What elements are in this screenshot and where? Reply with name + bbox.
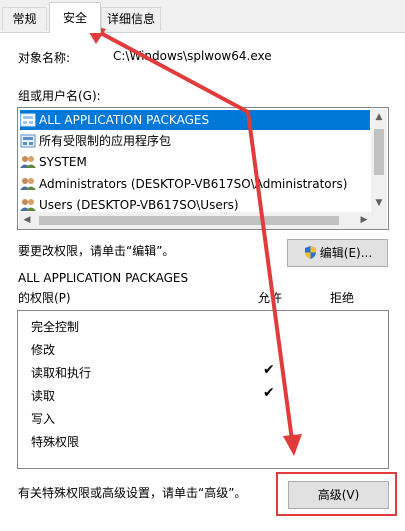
scroll-up-icon[interactable]: ▲ [371, 109, 387, 126]
user-item-label: SYSTEM [39, 155, 87, 169]
deny-column-header: 拒绝 [330, 291, 355, 305]
users-icon [20, 198, 36, 212]
permission-list: 完全控制 修改 读取和执行 ✔ 读取 ✔ 写入 特殊权限 [17, 310, 389, 469]
user-list-horizontal-scrollbar[interactable]: ◀ ▶ [19, 212, 372, 229]
user-list[interactable]: ALL APPLICATION PACKAGES 所有受限制的应用程序包 SYS… [17, 107, 389, 230]
allow-check-read: ✔ [263, 385, 275, 401]
user-list-vertical-scrollbar[interactable]: ▲ ▼ [371, 109, 387, 212]
scrollbar-corner [371, 212, 387, 229]
scroll-right-icon[interactable]: ▶ [356, 212, 372, 229]
perm-read: 读取 [31, 389, 56, 403]
user-item-restricted-packages[interactable]: 所有受限制的应用程序包 [20, 131, 171, 151]
user-item-label: ALL APPLICATION PACKAGES [39, 113, 210, 127]
perm-read-execute: 读取和执行 [31, 366, 92, 380]
object-name-value: C:\Windows\splwow64.exe [113, 49, 272, 63]
edit-button[interactable]: 编辑(E)... [287, 239, 388, 267]
scroll-down-icon[interactable]: ▼ [371, 195, 387, 212]
perm-write: 写入 [31, 412, 56, 426]
highlight-box [276, 472, 397, 516]
scroll-thumb[interactable] [374, 129, 384, 175]
scroll-thumb[interactable] [39, 216, 339, 225]
tab-details[interactable]: 详细信息 [101, 7, 161, 31]
users-icon [20, 177, 36, 191]
permission-title: ALL APPLICATION PACKAGES [18, 271, 189, 285]
edit-hint: 要更改权限，请单击“编辑”。 [18, 244, 175, 258]
user-item-administrators[interactable]: Administrators (DESKTOP-VB617SO\Administ… [20, 174, 348, 194]
security-panel: 对象名称: C:\Windows\splwow64.exe 组或用户名(G): … [0, 32, 405, 531]
shield-icon [303, 243, 318, 259]
allow-column-header: 允许 [258, 291, 283, 305]
tab-strip: 常规 安全 详细信息 [0, 0, 405, 33]
permission-label: 的权限(P) [18, 291, 71, 305]
user-item-system[interactable]: SYSTEM [20, 152, 87, 172]
users-icon [20, 155, 36, 169]
package-icon [20, 113, 36, 127]
user-item-all-app-packages[interactable]: ALL APPLICATION PACKAGES [20, 110, 370, 130]
edit-button-label: 编辑(E)... [319, 246, 373, 260]
object-name-label: 对象名称: [18, 51, 71, 65]
group-user-label: 组或用户名(G): [18, 89, 101, 103]
package-icon [20, 134, 36, 148]
scroll-left-icon[interactable]: ◀ [19, 212, 35, 229]
perm-modify: 修改 [31, 343, 56, 357]
user-item-label: 所有受限制的应用程序包 [39, 134, 172, 148]
tab-security[interactable]: 安全 [49, 2, 101, 33]
perm-full-control: 完全控制 [31, 320, 80, 334]
allow-check-read-execute: ✔ [263, 362, 275, 378]
user-item-label: Users (DESKTOP-VB617SO\Users) [39, 198, 239, 212]
perm-special: 特殊权限 [31, 435, 80, 449]
advanced-hint: 有关特殊权限或高级设置，请单击“高级”。 [18, 486, 247, 500]
tab-general[interactable]: 常规 [2, 7, 47, 31]
user-item-label: Administrators (DESKTOP-VB617SO\Administ… [39, 177, 348, 191]
